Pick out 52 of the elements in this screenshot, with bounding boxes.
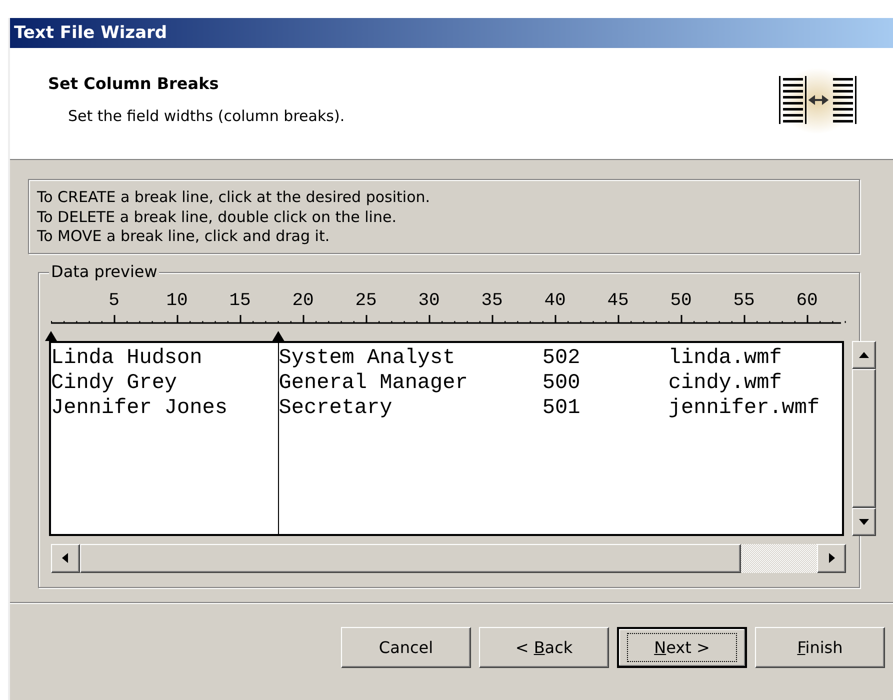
ruler-label: 50 (670, 290, 692, 310)
preview-cell-text: Linda Hudson (51, 346, 204, 370)
preview-cell-text: Cindy Grey (51, 370, 178, 396)
wizard-button[interactable]: Next > (617, 626, 747, 668)
ruler-label: 30 (418, 290, 440, 310)
vertical-scrollbar[interactable] (852, 340, 876, 536)
instruction-text: To CREATE a break line, click at the desired position. (37, 188, 432, 208)
column-break-line[interactable]: linda.wmf cindy.wmf jennifer.wmf (668, 342, 842, 534)
break-marker-icon[interactable] (45, 330, 57, 340)
preview-cell-text: 502 (542, 346, 582, 370)
wizard-button[interactable]: Cancel (341, 626, 471, 668)
preview-cell-text: Jennifer Jones (51, 396, 228, 420)
up-arrow-icon (858, 350, 870, 360)
ruler-drawing[interactable] (51, 314, 846, 324)
ruler-label: 5 (108, 290, 120, 310)
ruler-label: 35 (481, 290, 503, 310)
scroll-down-button[interactable] (852, 508, 876, 536)
down-arrow-icon (858, 516, 870, 526)
ruler-label: 40 (544, 290, 566, 310)
preview-cell-text: 501 (542, 396, 582, 420)
column-break-line[interactable]: System Analyst General Manager Secretary (278, 342, 542, 534)
ruler-label: 45 (607, 290, 629, 310)
scroll-right-button[interactable] (817, 544, 846, 572)
preview-cell-text: cindy.wmf (668, 370, 783, 396)
group-label: Data preview (49, 262, 160, 280)
scroll-thumb[interactable] (80, 544, 741, 572)
ruler-label: 15 (229, 290, 251, 310)
ruler-label: 60 (796, 290, 818, 310)
scroll-up-button[interactable] (852, 340, 876, 368)
preview-cell-text: System Analyst (278, 346, 456, 370)
step-subtitle: Set the field widths (column breaks). (67, 107, 345, 125)
window-title: Text File Wizard (14, 23, 168, 43)
step-title: Set Column Breaks (48, 74, 220, 93)
preview-cell-text: jennifer.wmf (668, 396, 821, 420)
wizard-button[interactable]: < Back (479, 626, 609, 668)
instruction-text: To MOVE a break line, click and drag it. (37, 227, 331, 246)
preview-cell-text: linda.wmf (668, 346, 783, 370)
ruler-label: 25 (355, 290, 377, 310)
column-break-line[interactable]: 502 500 501 (542, 342, 668, 534)
preview-grid[interactable]: Linda Hudson Cindy Grey Jennifer Jones System Analyst General Manager Secretary 502 500 501 linda.wmf cindy.wmf jennifer.wmf (49, 340, 844, 536)
wizard-button[interactable]: Finish (755, 626, 885, 668)
ruler-label: 55 (733, 290, 755, 310)
preview-cell-text: General Manager (278, 370, 469, 396)
scroll-thumb[interactable] (852, 368, 876, 508)
horizontal-scrollbar[interactable] (51, 544, 846, 572)
ruler-label: 10 (166, 290, 188, 310)
scroll-left-button[interactable] (51, 544, 80, 572)
instruction-text: To DELETE a break line, double click on the line. (37, 208, 398, 227)
ruler-label: 20 (292, 290, 314, 310)
preview-cell-text: Secretary (278, 396, 394, 420)
preview-cell-text: 500 (542, 370, 582, 396)
column-break-line[interactable]: Linda Hudson Cindy Grey Jennifer Jones (51, 342, 278, 534)
